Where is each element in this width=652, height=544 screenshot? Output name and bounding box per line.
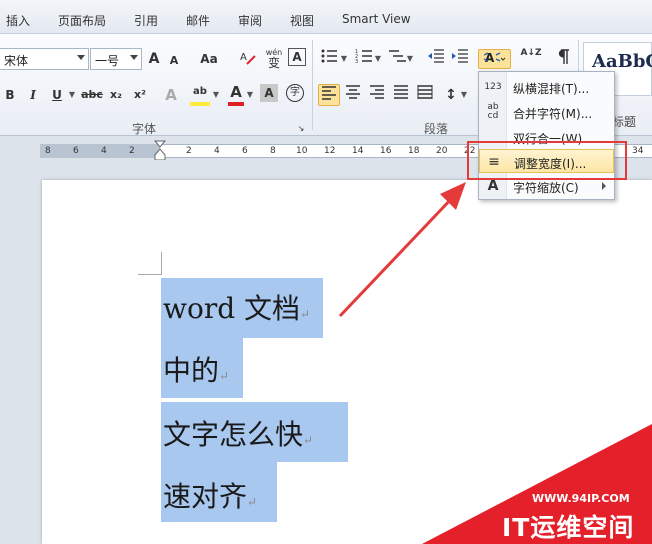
watermark-triangle	[422, 424, 652, 544]
watermark-url: WWW.94IP.COM	[532, 492, 630, 505]
watermark-brand: IT运维空间	[502, 513, 635, 542]
